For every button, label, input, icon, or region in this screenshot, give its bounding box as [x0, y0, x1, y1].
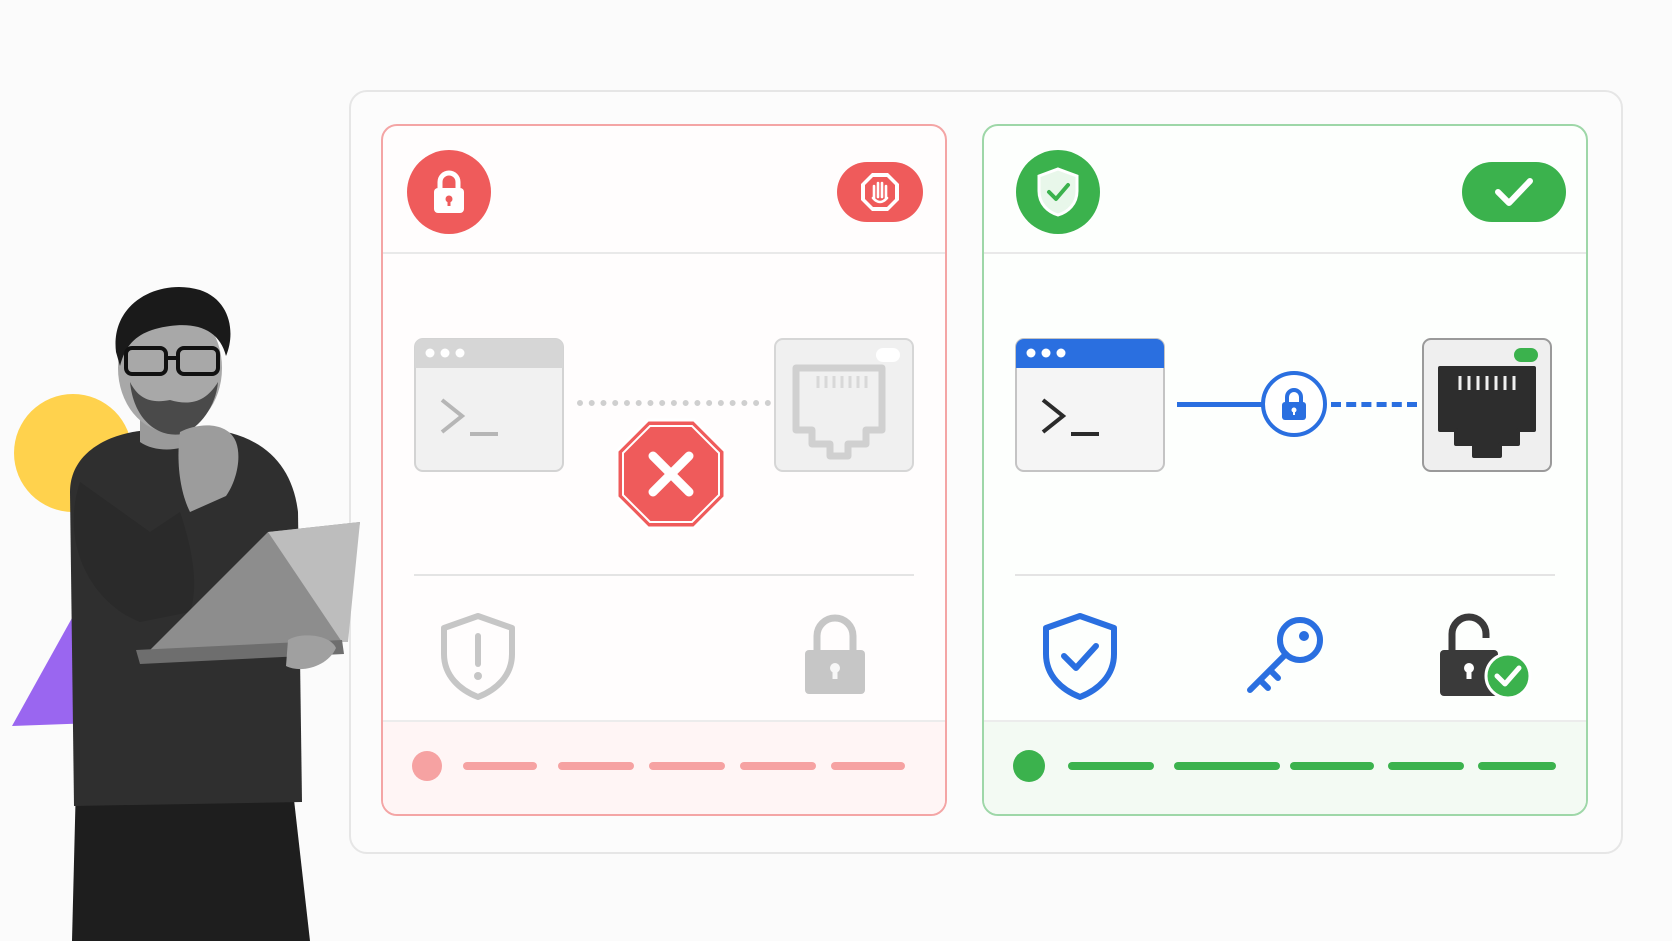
stop-hand-icon: [837, 162, 923, 222]
progress-segment: [1478, 762, 1556, 770]
shield-check-icon: [1043, 613, 1117, 700]
stop-x-icon: [615, 418, 727, 530]
person-with-laptop-illustration: [70, 286, 360, 941]
progress-segment: [740, 762, 816, 770]
unlocked-padlock-check-icon: [1440, 613, 1532, 700]
progress-segment: [1068, 762, 1154, 770]
progress-segment: [649, 762, 725, 770]
panel-header-divider: [383, 252, 945, 254]
blocked-connection-panel: [381, 124, 947, 816]
progress-segment: [1290, 762, 1374, 770]
padlock-icon: [1261, 371, 1327, 437]
ethernet-port-icon: [774, 338, 914, 472]
blocked-status-footer: [383, 720, 945, 814]
ethernet-port-icon: [1422, 338, 1552, 472]
lock-icon: [407, 150, 491, 234]
progress-segment: [558, 762, 634, 770]
secure-connection-line: [1177, 402, 1263, 407]
panel-middle-divider: [414, 574, 914, 576]
secure-connection-panel: [982, 124, 1588, 816]
progress-segment: [1174, 762, 1280, 770]
secure-status-footer: [984, 720, 1586, 814]
status-dot: [1013, 750, 1045, 782]
encrypted-tunnel-line: [1331, 402, 1417, 407]
shield-check-icon: [1016, 150, 1100, 234]
shield-warning-icon: [441, 613, 515, 700]
broken-connection-line: [577, 400, 771, 406]
progress-segment: [1388, 762, 1464, 770]
check-icon: [1462, 162, 1566, 222]
progress-segment: [831, 762, 905, 770]
key-icon: [1247, 617, 1323, 693]
status-dot: [412, 751, 442, 781]
terminal-window-icon: [1015, 338, 1165, 472]
panel-header-divider: [984, 252, 1586, 254]
terminal-window-icon: [414, 338, 564, 472]
progress-segment: [463, 762, 537, 770]
padlock-icon: [805, 614, 865, 694]
panel-middle-divider: [1015, 574, 1555, 576]
